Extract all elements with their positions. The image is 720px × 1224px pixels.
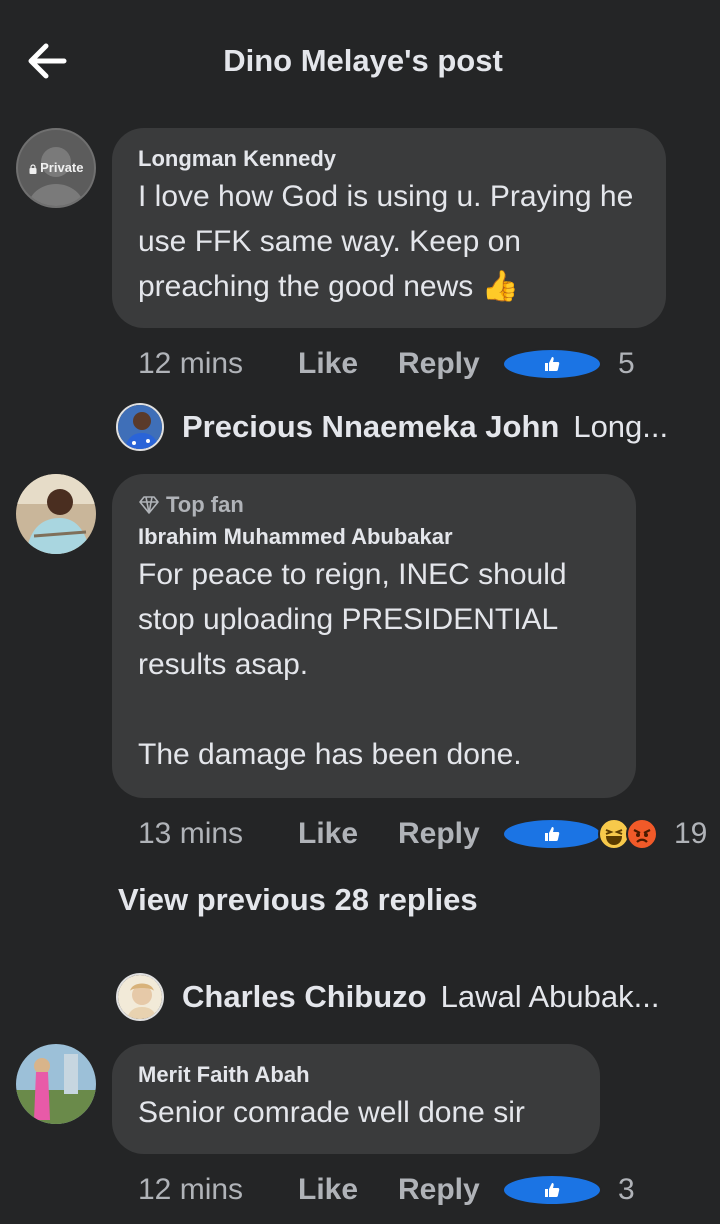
avatar-private[interactable]: Private [16, 128, 96, 208]
comment-text: Senior comrade well done sir [138, 1096, 525, 1129]
comment-author[interactable]: Longman Kennedy [138, 146, 640, 172]
comment-time: 13 mins [138, 817, 244, 850]
private-label: Private [18, 160, 94, 175]
comment-author[interactable]: Ibrahim Muhammed Abubakar [138, 524, 610, 550]
comment-text: I love how God is using u. Praying he us… [138, 180, 634, 303]
lock-icon [29, 163, 36, 174]
reaction-count[interactable]: 19 [674, 817, 707, 851]
page-title: Dino Melaye's post [223, 43, 503, 78]
avatar [116, 973, 164, 1021]
like-button[interactable]: Like [298, 1173, 398, 1207]
like-reaction-icon [502, 1174, 602, 1206]
comment-author[interactable]: Merit Faith Abah [138, 1062, 574, 1088]
reply-button[interactable]: Reply [398, 817, 502, 851]
like-reaction-icon [502, 348, 602, 380]
like-button[interactable]: Like [298, 817, 398, 851]
comment-actions: 12 mins Like Reply 3 [138, 1168, 635, 1212]
reaction-count[interactable]: 5 [618, 347, 635, 381]
header-bar: Dino Melaye's post [0, 0, 720, 122]
diamond-icon [139, 496, 159, 514]
reply-author[interactable]: Precious Nnaemeka John [182, 409, 559, 445]
reaction-icons[interactable] [502, 1174, 602, 1206]
reaction-icons[interactable] [502, 348, 602, 380]
comment-actions: 12 mins Like Reply 5 [138, 342, 635, 386]
reply-button[interactable]: Reply [398, 1173, 502, 1207]
comment-actions: 13 mins Like Reply 19 [138, 812, 707, 856]
angry-reaction-icon [626, 818, 658, 850]
reaction-count[interactable]: 3 [618, 1173, 635, 1207]
comment-bubble[interactable]: Longman Kennedy I love how God is using … [112, 128, 666, 328]
avatar[interactable] [16, 1044, 96, 1124]
comment-time: 12 mins [138, 347, 244, 380]
reply-preview[interactable]: Precious Nnaemeka John Long... [116, 402, 688, 452]
reply-snippet: Lawal Abubak... [440, 979, 660, 1014]
reply-preview[interactable]: Charles Chibuzo Lawal Abubak... [116, 972, 688, 1022]
avatar [116, 403, 164, 451]
comment-time: 12 mins [138, 1173, 244, 1206]
comment-bubble[interactable]: Top fan Ibrahim Muhammed Abubakar For pe… [112, 474, 636, 798]
avatar[interactable] [16, 474, 96, 554]
comment-text: For peace to reign, INEC should stop upl… [138, 558, 567, 771]
reply-author[interactable]: Charles Chibuzo [182, 979, 427, 1015]
like-reaction-icon [502, 818, 602, 850]
view-previous-replies-link[interactable]: View previous 28 replies [118, 882, 478, 918]
comment-bubble[interactable]: Merit Faith Abah Senior comrade well don… [112, 1044, 600, 1154]
reply-snippet: Long... [573, 409, 669, 444]
reply-button[interactable]: Reply [398, 347, 502, 381]
top-fan-badge: Top fan [138, 492, 610, 518]
like-button[interactable]: Like [298, 347, 398, 381]
reaction-icons[interactable] [502, 818, 658, 850]
